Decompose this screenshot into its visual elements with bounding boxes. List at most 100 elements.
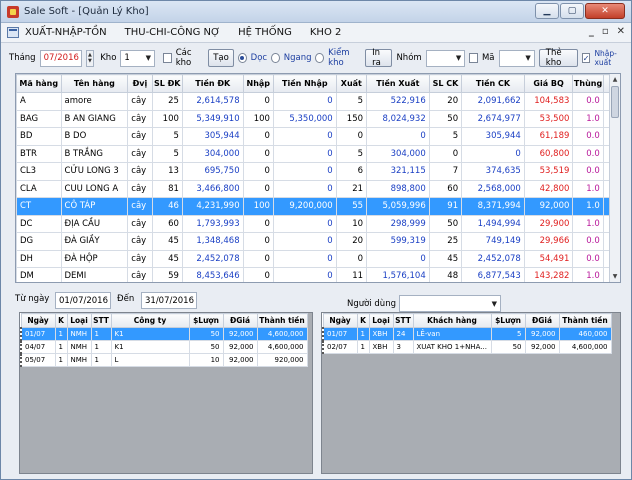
mdi-close-icon[interactable]: ✕ [617, 26, 625, 37]
table-cell: 695,750 [181, 162, 244, 181]
table-row[interactable]: 02/07 1 XBH 3 XUAT KHO 1+NHA... 50 92,000 4,600… [322, 340, 612, 354]
tao-button[interactable]: Tạo [208, 49, 234, 67]
column-header[interactable]: Tên hàng [60, 74, 129, 93]
column-header[interactable]: Nhập [242, 74, 274, 93]
menu-xuat-nhap-ton[interactable]: XUẤT-NHẬP-TỒN [25, 27, 107, 38]
table-row[interactable]: CLA CUU LONG Acây 81 3,466,800 0 0 21 898,800 60… [16, 179, 620, 198]
column-header[interactable]: Tiền Xuất [366, 74, 430, 93]
table-row[interactable]: DM DEMI cây 59 8,453,646 0 0 11 1,576,104 48 6,877… [16, 267, 620, 282]
table-row[interactable]: 01/07 1 XBH 24 LÊ-van 5 92,000 460,000 [322, 327, 612, 341]
column-header[interactable]: Thành tiền [558, 313, 612, 328]
table-cell: 0.0 [572, 162, 604, 181]
document-window-icon[interactable] [7, 27, 19, 38]
column-header[interactable]: Tiền Nhập [272, 74, 337, 93]
column-header[interactable]: SL ĐK [151, 74, 183, 93]
table-cell: K1 [110, 327, 190, 341]
mdi-restore-icon[interactable]: ▫ [602, 26, 609, 37]
menu-thu-chi-cong-no[interactable]: THU-CHI-CÔNG NỢ [125, 27, 221, 38]
xuat-detail-panel[interactable]: Ngày K Loại STT Khách hàng $Lượn ĐGiá Thành tiề… [321, 312, 621, 474]
menu-he-thong[interactable]: HỆ THỐNG [238, 27, 292, 38]
maximize-button[interactable]: ▢ [560, 3, 584, 19]
table-row[interactable]: BAG B AN GIANG cây 100 5,349,910 100 5,350,000… [16, 109, 620, 128]
column-header[interactable]: Ngày [20, 313, 56, 328]
table-row[interactable]: DC ĐỊA CẦU cây 60 1,793,993 0 0 10 298,999 50 1,49… [16, 214, 620, 233]
nhap-xuat-label: Nhập-xuất [594, 49, 617, 67]
column-header[interactable]: Loại [66, 313, 92, 328]
column-header[interactable]: Công ty [110, 313, 190, 328]
table-row[interactable]: CT CÔ TÁP cây 46 4,231,990 100 9,200,000 55 5,05… [16, 197, 620, 216]
column-header[interactable]: Tiền CK [461, 74, 525, 93]
column-header[interactable]: STT [392, 313, 414, 328]
scroll-thumb[interactable] [611, 86, 619, 118]
column-header[interactable]: STT [90, 313, 112, 328]
table-cell: 5,350,000 [272, 109, 337, 128]
kiem-kho-radio[interactable] [315, 53, 325, 63]
menu-kho-2[interactable]: KHO 2 [310, 27, 342, 38]
chevron-down-icon: ▼ [491, 299, 497, 308]
kho-select[interactable]: 1 ▼ [120, 49, 156, 67]
ngang-radio[interactable] [271, 53, 280, 63]
mdi-minimize-icon[interactable]: _ [589, 26, 594, 37]
minimize-button[interactable]: ▁ [535, 3, 559, 19]
column-header[interactable]: K [356, 313, 370, 328]
the-kho-button[interactable]: Thẻ kho [538, 48, 578, 68]
close-button[interactable]: ✕ [585, 3, 625, 19]
column-header[interactable]: ĐGiá [524, 313, 560, 328]
table-cell: 305,944 [461, 127, 525, 146]
table-cell: 0 [242, 92, 274, 111]
nguoi-dung-select[interactable]: ▼ [399, 295, 501, 312]
table-cell: CÔ TÁP [60, 197, 129, 216]
filter-toolbar: Tháng 07/2016 ▲ ▼ Kho 1 ▼ Các kho Tạo Dọc … [9, 45, 627, 71]
table-row[interactable]: CL3 CỬU LONG 3 cây 13 695,750 0 0 6 321,115 7 374,… [16, 162, 620, 181]
table-row[interactable]: 05/07 1 NMH 1 L 10 92,000 920,000 [20, 353, 308, 367]
app-icon [7, 5, 19, 18]
column-header[interactable]: Đvị [127, 74, 153, 93]
ma-select[interactable]: ▼ [498, 49, 535, 67]
thang-spinner[interactable]: ▲ ▼ [85, 49, 95, 67]
thang-input[interactable]: 07/2016 [39, 49, 82, 67]
cac-kho-checkbox[interactable] [163, 53, 172, 63]
column-header[interactable]: $Lượn [188, 313, 224, 328]
column-header[interactable]: $Lượn [490, 313, 526, 328]
table-row[interactable]: BTR B TRẮNG cây 5 304,000 0 0 5 304,000 0 0 60,800 0… [16, 144, 620, 163]
table-cell: 1 [54, 340, 68, 354]
scroll-up-icon[interactable]: ▲ [610, 74, 620, 85]
nhap-xuat-checkbox[interactable]: ✓ [581, 53, 591, 63]
table-cell: 61,189 [523, 127, 574, 146]
doc-radio[interactable] [238, 53, 247, 63]
tu-ngay-input[interactable]: 01/07/2016 [55, 292, 111, 309]
column-header[interactable]: Ngày [322, 313, 358, 328]
table-cell: 1,494,994 [461, 214, 525, 233]
scroll-down-icon[interactable]: ▼ [610, 271, 620, 282]
column-header[interactable]: Giá BQ [523, 74, 574, 93]
table-cell: 01/07 [322, 327, 358, 341]
column-header[interactable]: ĐGiá [222, 313, 258, 328]
nhom-select[interactable]: ▼ [425, 49, 466, 67]
inventory-scrollbar[interactable]: ▲ ▼ [609, 74, 620, 282]
column-header[interactable]: K [54, 313, 68, 328]
table-cell: 1.0 [572, 197, 604, 216]
in-ra-button[interactable]: In ra [365, 48, 393, 68]
column-header[interactable]: Xuất [335, 74, 368, 93]
nhap-detail-panel[interactable]: Ngày K Loại STT Công ty $Lượn ĐGiá Thành tiền 0… [19, 312, 313, 474]
table-row[interactable]: Aamore cây 25 2,614,578 0 0 5 522,916 20 2,091,66… [16, 92, 620, 111]
column-header[interactable]: Khách hàng [412, 313, 492, 328]
table-row[interactable]: DH ĐÀ HỘP cây 45 2,452,078 0 0 0 0 45 2,452,078 54,… [16, 249, 620, 268]
inventory-grid[interactable]: Mã hàng Tên hàng Đvị SL ĐK Tiền ĐK Nhập Tiền N… [15, 73, 621, 283]
column-header[interactable]: SL CK [428, 74, 463, 93]
table-row[interactable]: 01/07 1 NMH 1 K1 50 92,000 4,600,000 [20, 327, 308, 341]
den-input[interactable]: 31/07/2016 [141, 292, 197, 309]
table-row[interactable]: DG ĐÀ GIẦY cây 45 1,348,468 0 0 20 599,319 25 749,… [16, 232, 620, 251]
column-header[interactable]: Tiền ĐK [181, 74, 244, 93]
column-header[interactable]: Mã hàng [16, 74, 62, 93]
column-header[interactable]: Loại [368, 313, 394, 328]
table-cell: DH [16, 249, 62, 268]
ma-checkbox[interactable] [469, 53, 478, 63]
table-cell: 100 [151, 109, 183, 128]
table-cell: NMH [66, 353, 92, 367]
table-row[interactable]: 04/07 1 NMH 1 K1 50 92,000 4,600,000 [20, 340, 308, 354]
column-header[interactable]: Thành tiền [256, 313, 308, 328]
column-header[interactable]: Thùng [572, 74, 604, 93]
table-row[interactable]: BD B DO cây 5 305,944 0 0 0 0 5 305,944 61,189 0.0 [16, 127, 620, 146]
table-cell: 0 [366, 127, 430, 146]
